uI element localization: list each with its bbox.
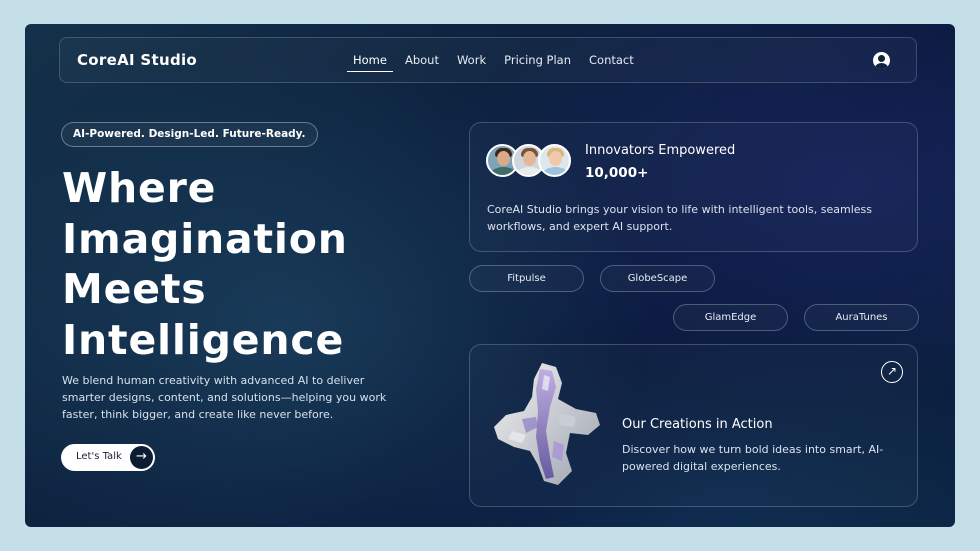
top-navbar: CoreAI Studio Home About Work Pricing Pl… <box>59 37 917 83</box>
avatar <box>538 144 571 177</box>
nav-menu: Home About Work Pricing Plan Contact <box>347 53 646 72</box>
stats-description: CoreAI Studio brings your vision to life… <box>487 203 873 233</box>
pill-fitpulse[interactable]: Fitpulse <box>469 265 584 292</box>
nav-item-about[interactable]: About <box>399 53 445 72</box>
brand-logo[interactable]: CoreAI Studio <box>77 51 197 69</box>
tagline-badge: AI-Powered. Design-Led. Future-Ready. <box>61 122 318 147</box>
nav-item-contact[interactable]: Contact <box>583 53 640 72</box>
showcase-title: Our Creations in Action <box>622 417 773 432</box>
headline-line: Where <box>62 164 217 212</box>
creations-card[interactable]: Our Creations in Action Discover how we … <box>469 344 918 507</box>
showcase-description: Discover how we turn bold ideas into sma… <box>622 443 884 473</box>
innovators-card: Innovators Empowered 10,000+ CoreAI Stud… <box>469 122 918 252</box>
avatar-group <box>486 144 576 178</box>
stats-title: Innovators Empowered <box>585 143 736 158</box>
pill-glamedge[interactable]: GlamEdge <box>673 304 788 331</box>
sculpture-image <box>494 363 600 485</box>
user-circle-icon[interactable] <box>873 52 890 69</box>
headline-line: Intelligence <box>62 315 345 364</box>
headline-line: Imagination <box>62 214 348 263</box>
nav-item-pricing[interactable]: Pricing Plan <box>498 53 577 72</box>
stats-count: 10,000+ <box>585 165 649 181</box>
headline-line: Meets <box>62 265 207 313</box>
arrow-up-right-icon[interactable]: ↗ <box>881 361 903 383</box>
arrow-right-icon: → <box>130 446 153 469</box>
pill-globescape[interactable]: GlobeScape <box>600 265 715 292</box>
lets-talk-button[interactable]: Let's Talk → <box>61 444 155 471</box>
nav-item-home[interactable]: Home <box>347 53 393 72</box>
cta-label: Let's Talk <box>76 451 122 462</box>
nav-item-work[interactable]: Work <box>451 53 492 72</box>
hero-lead-text: We blend human creativity with advanced … <box>62 374 387 421</box>
pill-auratunes[interactable]: AuraTunes <box>804 304 919 331</box>
hero-headline: Where Imagination Meets Intelligence <box>62 163 422 365</box>
hero-section: CoreAI Studio Home About Work Pricing Pl… <box>25 24 955 527</box>
